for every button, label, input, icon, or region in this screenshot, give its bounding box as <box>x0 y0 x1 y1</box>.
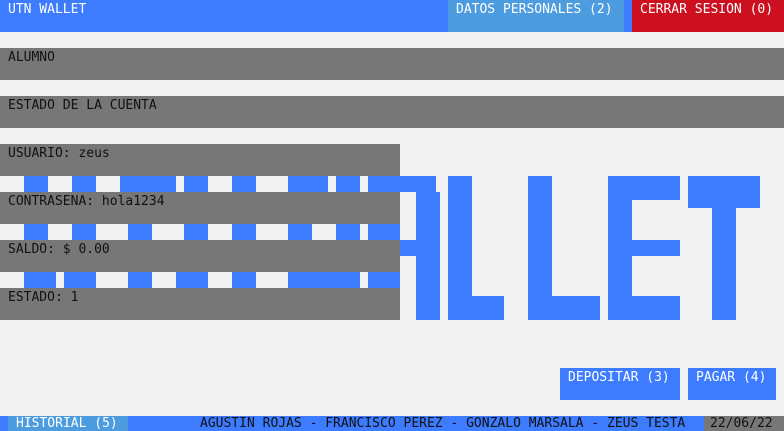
estado-field: ESTADO: 1 <box>0 288 400 320</box>
alumno-header: ALUMNO <box>0 48 784 80</box>
estado-cuenta-header: ESTADO DE LA CUENTA <box>0 96 784 128</box>
authors-text: AGUSTIN ROJAS - FRANCISCO PEREZ - GONZAL… <box>200 416 686 431</box>
pagar-button[interactable]: PAGAR (4) <box>688 368 776 400</box>
contrasena-field: CONTRASENA: hola1234 <box>0 192 400 224</box>
usuario-field: USUARIO: zeus <box>0 144 400 176</box>
datos-personales-button[interactable]: DATOS PERSONALES (2) <box>448 0 624 32</box>
app-title: UTN WALLET <box>8 2 87 17</box>
saldo-field: SALDO: $ 0.00 <box>0 240 400 272</box>
historial-button[interactable]: HISTORIAL (5) <box>8 416 128 431</box>
cerrar-sesion-button[interactable]: CERRAR SESION (0) <box>632 0 784 32</box>
depositar-button[interactable]: DEPOSITAR (3) <box>560 368 680 400</box>
date-display: 22/06/22 <box>704 416 784 431</box>
